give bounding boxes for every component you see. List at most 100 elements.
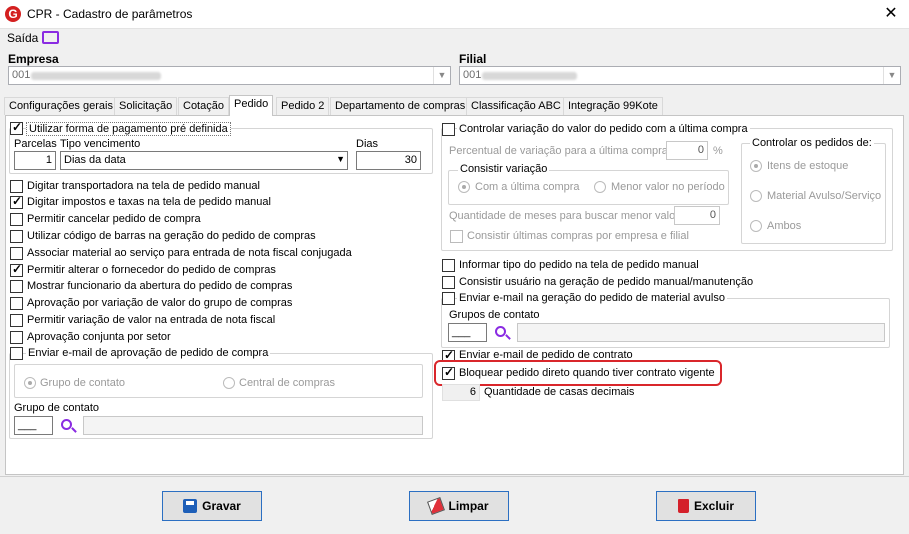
option-checkbox[interactable] bbox=[442, 276, 455, 289]
option-label: Permitir alterar o fornecedor do pedido … bbox=[27, 264, 276, 276]
limpar-label: Limpar bbox=[448, 499, 489, 513]
redacted-text bbox=[482, 72, 577, 80]
chevron-down-icon[interactable]: ▼ bbox=[433, 67, 450, 84]
percent-sign: % bbox=[713, 145, 723, 157]
radio-menor-valor[interactable] bbox=[594, 181, 606, 193]
radio-itens-estoque-label: Itens de estoque bbox=[767, 160, 849, 172]
consistir-variacao-title: Consistir variação bbox=[458, 163, 550, 175]
option-label: Enviar e-mail na geração do pedido de ma… bbox=[457, 292, 727, 304]
grupos-contato-desc-input bbox=[517, 323, 885, 342]
option-label: Permitir cancelar pedido de compra bbox=[27, 213, 201, 225]
option-checkbox[interactable] bbox=[10, 347, 23, 360]
filial-value: 001 bbox=[463, 69, 482, 81]
radio-central-compras[interactable] bbox=[223, 377, 235, 389]
grupo-contato-desc-input bbox=[83, 416, 423, 435]
option-checkbox[interactable] bbox=[442, 292, 455, 305]
qtd-meses-label: Quantidade de meses para buscar menor va… bbox=[449, 210, 679, 222]
radio-material-avulso[interactable] bbox=[750, 190, 762, 202]
option-checkbox[interactable] bbox=[10, 280, 23, 293]
grupo-contato-label: Grupo de contato bbox=[14, 402, 100, 414]
radio-ultima-compra-label: Com a última compra bbox=[475, 181, 580, 193]
consistir-ultimas-label: Consistir últimas compras por empresa e … bbox=[467, 230, 689, 242]
option-label: Aprovação por variação de valor do grupo… bbox=[27, 297, 293, 309]
chevron-down-icon[interactable]: ▼ bbox=[883, 67, 900, 84]
controlar-variacao-label: Controlar variação do valor do pedido co… bbox=[457, 123, 750, 135]
menu-saida[interactable]: Saída bbox=[7, 31, 38, 45]
app-logo-icon: G bbox=[5, 6, 21, 22]
tipo-vencimento-select[interactable]: Dias da data ▼ bbox=[60, 151, 348, 170]
close-icon[interactable]: ✕ bbox=[880, 3, 902, 25]
option-label: Consistir usuário na geração de pedido m… bbox=[459, 276, 754, 288]
gravar-label: Gravar bbox=[202, 499, 241, 513]
option-label: Associar material ao serviço para entrad… bbox=[27, 247, 352, 259]
option-label: Enviar e-mail de aprovação de pedido de … bbox=[26, 347, 271, 359]
option-checkbox[interactable] bbox=[10, 314, 23, 327]
option-checkbox[interactable] bbox=[10, 331, 23, 344]
option-checkbox[interactable] bbox=[10, 262, 23, 277]
option-checkbox[interactable] bbox=[10, 230, 23, 243]
percentual-input[interactable]: 0 bbox=[666, 141, 708, 160]
controlar-variacao-checkbox[interactable] bbox=[442, 123, 455, 136]
excluir-button[interactable]: Excluir bbox=[656, 491, 756, 521]
radio-central-compras-label: Central de compras bbox=[239, 377, 335, 389]
highlight-frame bbox=[434, 360, 722, 386]
empresa-value: 001 bbox=[12, 69, 31, 81]
qtd-meses-input[interactable]: 0 bbox=[674, 206, 720, 225]
grupo-contato-code-input[interactable]: ___ bbox=[14, 416, 53, 435]
option-checkbox[interactable] bbox=[10, 180, 23, 193]
radio-grupo-contato-label: Grupo de contato bbox=[40, 377, 126, 389]
window-title: CPR - Cadastro de parâmetros bbox=[27, 7, 193, 21]
radio-grupo-contato[interactable] bbox=[24, 377, 36, 389]
controlar-pedidos-title: Controlar os pedidos de: bbox=[750, 137, 874, 149]
empresa-select[interactable]: 001 ▼ bbox=[8, 66, 451, 85]
option-checkbox[interactable] bbox=[442, 259, 455, 272]
tab-integracao-99kote[interactable]: Integração 99Kote bbox=[563, 97, 663, 115]
gravar-button[interactable]: Gravar bbox=[162, 491, 262, 521]
save-icon bbox=[183, 499, 198, 513]
tab-cotacao[interactable]: Cotação bbox=[178, 97, 229, 115]
radio-menor-valor-label: Menor valor no período bbox=[611, 181, 725, 193]
trash-icon bbox=[677, 499, 689, 513]
search-icon[interactable] bbox=[495, 326, 506, 337]
parcelas-label: Parcelas bbox=[14, 138, 57, 150]
option-label: Digitar transportadora na tela de pedido… bbox=[27, 180, 260, 192]
filial-label: Filial bbox=[459, 52, 487, 66]
search-icon[interactable] bbox=[61, 419, 72, 430]
option-label: Utilizar código de barras na geração do … bbox=[27, 230, 316, 242]
tab-classificacao-abc[interactable]: Classificação ABC bbox=[466, 97, 566, 115]
grupos-contato-label: Grupos de contato bbox=[449, 309, 540, 321]
option-checkbox[interactable] bbox=[10, 297, 23, 310]
radio-itens-estoque[interactable] bbox=[750, 160, 762, 172]
empresa-label: Empresa bbox=[8, 52, 59, 66]
tipo-vencimento-value: Dias da data bbox=[64, 154, 126, 166]
option-label: Aprovação conjunta por setor bbox=[27, 331, 171, 343]
monitor-icon[interactable] bbox=[42, 31, 59, 44]
radio-material-avulso-label: Material Avulso/Serviço bbox=[767, 190, 882, 202]
eraser-icon bbox=[427, 497, 446, 515]
option-checkbox[interactable] bbox=[10, 194, 23, 209]
option-checkbox[interactable] bbox=[10, 213, 23, 226]
tab-solicitacao[interactable]: Solicitação bbox=[114, 97, 178, 115]
tab-pedido-2[interactable]: Pedido 2 bbox=[276, 97, 330, 115]
dias-input[interactable]: 30 bbox=[356, 151, 421, 170]
option-label: Informar tipo do pedido na tela de pedid… bbox=[459, 259, 699, 271]
forma-pagamento-checkbox[interactable] bbox=[10, 120, 23, 135]
limpar-button[interactable]: Limpar bbox=[409, 491, 509, 521]
excluir-label: Excluir bbox=[693, 499, 735, 513]
title-bar: G CPR - Cadastro de parâmetros ✕ bbox=[0, 0, 909, 28]
casas-decimais-label: Quantidade de casas decimais bbox=[484, 386, 635, 398]
casas-decimais-input[interactable]: 6 bbox=[442, 384, 480, 401]
tab-departamento-compras[interactable]: Departamento de compras bbox=[330, 97, 471, 115]
parcelas-input[interactable]: 1 bbox=[14, 151, 56, 170]
tab-pedido[interactable]: Pedido bbox=[229, 95, 274, 116]
option-checkbox[interactable] bbox=[10, 247, 23, 260]
dias-label: Dias bbox=[356, 138, 379, 150]
consistir-ultimas-checkbox[interactable] bbox=[450, 230, 463, 243]
filial-select[interactable]: 001 ▼ bbox=[459, 66, 901, 85]
grupos-contato-code-input[interactable]: ___ bbox=[448, 323, 487, 342]
radio-ultima-compra[interactable] bbox=[458, 181, 470, 193]
percentual-label: Percentual de variação para a última com… bbox=[449, 145, 668, 157]
tab-configuracoes-gerais[interactable]: Configurações gerais bbox=[4, 97, 118, 115]
chevron-down-icon[interactable]: ▼ bbox=[336, 154, 345, 164]
radio-ambos[interactable] bbox=[750, 220, 762, 232]
